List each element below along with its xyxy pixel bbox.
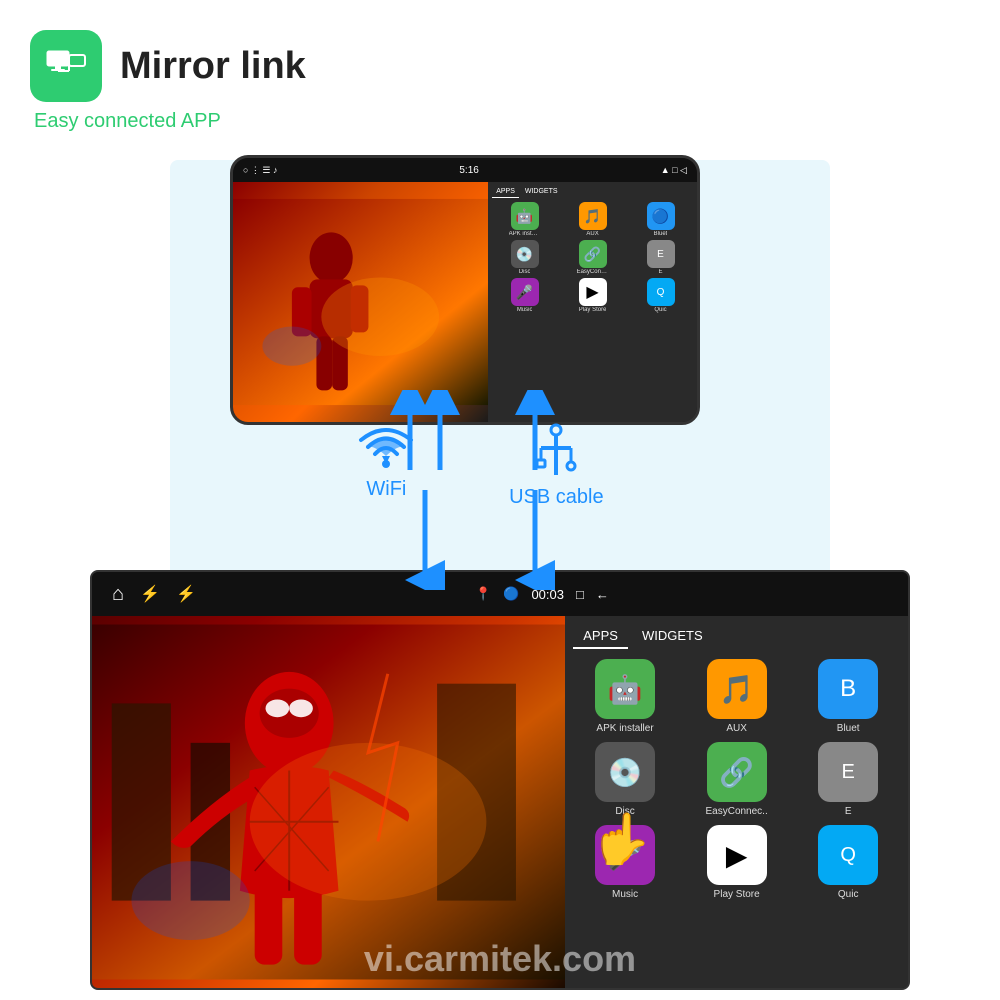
home-icon: ⌂ — [112, 583, 124, 606]
phone-app-bt[interactable]: 🔵 Bluet — [628, 202, 693, 237]
mirror-link-title: Mirror link — [120, 45, 306, 88]
apk-icon: 🤖 — [511, 202, 539, 230]
car-time: 00:03 — [531, 587, 564, 602]
phone-app-aux[interactable]: 🎵 AUX — [560, 202, 625, 237]
car-tab-apps[interactable]: APPS — [573, 624, 628, 649]
phone-tab-apps[interactable]: APPS — [492, 186, 519, 198]
car-apk-label: APK installer — [596, 723, 653, 734]
header-section: Mirror link Easy connected APP — [30, 30, 306, 133]
car-app-bt[interactable]: B Bluet — [796, 659, 900, 734]
phone-app-music[interactable]: 🎤 Music — [492, 278, 557, 313]
car-music-label: Music — [612, 889, 638, 900]
car-e-icon: E — [818, 742, 878, 802]
phone-tabs: APPS WIDGETS — [492, 186, 693, 198]
easy-icon: 🔗 — [579, 240, 607, 268]
phone-app-disc[interactable]: 💿 Disc — [492, 240, 557, 275]
car-easy-icon: 🔗 — [707, 742, 767, 802]
car-content: APPS WIDGETS 🤖 APK installer 🎵 AUX B Blu… — [92, 616, 908, 988]
wifi-label: WiFi — [366, 478, 406, 501]
car-spiderman-art — [92, 616, 565, 988]
car-aux-label: AUX — [726, 723, 747, 734]
aux-icon: 🎵 — [579, 202, 607, 230]
usb-status-icon1: ⚡ — [140, 584, 160, 604]
phone-app-disc-label: Disc — [519, 269, 531, 275]
phone-app-play-label: Play Store — [579, 307, 607, 313]
phone-apps-panel: APPS WIDGETS 🤖 APK installer 🎵 AUX 🔵 Blu… — [488, 182, 697, 422]
phone-app-apk[interactable]: 🤖 APK installer — [492, 202, 557, 237]
car-app-quick[interactable]: Q Quic — [796, 825, 900, 900]
location-icon: 📍 — [475, 586, 491, 602]
mirror-link-icon-bg — [30, 30, 102, 102]
phone-status-bar: ○ ⋮ ☰ ♪ 5:16 ▲ □ ◁ — [233, 158, 697, 182]
bt-icon: 🔵 — [647, 202, 675, 230]
phone-device: ○ ⋮ ☰ ♪ 5:16 ▲ □ ◁ — [230, 155, 700, 425]
e-icon: E — [647, 240, 675, 268]
phone-app-apk-label: APK installer — [509, 231, 541, 237]
car-quick-icon: Q — [818, 825, 878, 885]
phone-app-quick-label: Quic — [654, 307, 666, 313]
phone-tab-widgets[interactable]: WIDGETS — [521, 186, 562, 198]
phone-video-area — [233, 182, 488, 422]
quick-icon: Q — [647, 278, 675, 306]
window-icon: □ — [576, 587, 584, 602]
phone-app-grid: 🤖 APK installer 🎵 AUX 🔵 Bluet 💿 Disc 🔗 — [492, 202, 693, 313]
car-apps-panel: APPS WIDGETS 🤖 APK installer 🎵 AUX B Blu… — [565, 616, 908, 988]
car-e-label: E — [845, 806, 852, 817]
car-quick-label: Quic — [838, 889, 859, 900]
phone-app-easy-label: EasyConnec.. — [577, 269, 609, 275]
usb-icon — [531, 420, 581, 480]
car-status-left: ⌂ ⚡ ⚡ — [112, 583, 196, 606]
car-bt-icon: B — [818, 659, 878, 719]
phone-app-music-label: Music — [517, 307, 533, 313]
finger-cursor: 👆 — [590, 810, 652, 869]
mirror-link-row: Mirror link — [30, 30, 306, 102]
phone-app-bt-label: Bluet — [654, 231, 668, 237]
music-icon: 🎤 — [511, 278, 539, 306]
car-disc-icon: 💿 — [595, 742, 655, 802]
usb-connection: USB cable — [509, 420, 604, 509]
car-app-play[interactable]: ▶ Play Store — [685, 825, 789, 900]
car-app-easy[interactable]: 🔗 EasyConnec.. — [685, 742, 789, 817]
phone-status-left: ○ ⋮ ☰ ♪ — [243, 165, 278, 176]
connection-area: WiFi USB cable — [310, 420, 650, 580]
wifi-connection: WiFi — [356, 420, 416, 501]
usb-label: USB cable — [509, 486, 604, 509]
car-app-e[interactable]: E E — [796, 742, 900, 817]
car-unit: ⌂ ⚡ ⚡ 📍 🔵 00:03 □ ← — [90, 570, 910, 990]
phone-app-e-label: E — [659, 269, 663, 275]
car-app-apk[interactable]: 🤖 APK installer — [573, 659, 677, 734]
easy-connected-label: Easy connected APP — [34, 110, 306, 133]
car-play-label: Play Store — [714, 889, 760, 900]
car-easy-label: EasyConnec.. — [705, 806, 767, 817]
car-app-disc[interactable]: 💿 Disc — [573, 742, 677, 817]
phone-app-quick[interactable]: Q Quic — [628, 278, 693, 313]
car-status-center: 📍 🔵 00:03 □ ← — [475, 586, 609, 602]
phone-app-easy[interactable]: 🔗 EasyConnec.. — [560, 240, 625, 275]
car-tabs: APPS WIDGETS — [573, 624, 900, 649]
car-apk-icon: 🤖 — [595, 659, 655, 719]
bluetooth-icon: 🔵 — [503, 586, 519, 602]
play-store-icon: ▶ — [579, 278, 607, 306]
phone-status-right: ▲ □ ◁ — [661, 165, 687, 176]
phone-time: 5:16 — [459, 165, 478, 176]
phone-app-e[interactable]: E E — [628, 240, 693, 275]
mirror-link-icon — [43, 43, 89, 89]
phone-app-play[interactable]: ▶ Play Store — [560, 278, 625, 313]
car-video-area — [92, 616, 565, 988]
watermark: vi.carmitek.com — [364, 938, 636, 980]
back-icon: ← — [596, 587, 609, 602]
phone-content: APPS WIDGETS 🤖 APK installer 🎵 AUX 🔵 Blu… — [233, 182, 697, 422]
phone-app-aux-label: AUX — [586, 231, 598, 237]
wifi-icon — [356, 420, 416, 472]
car-app-aux[interactable]: 🎵 AUX — [685, 659, 789, 734]
disc-icon: 💿 — [511, 240, 539, 268]
car-play-icon: ▶ — [707, 825, 767, 885]
usb-status-icon2: ⚡ — [176, 584, 196, 604]
car-aux-icon: 🎵 — [707, 659, 767, 719]
phone-spiderman-art — [233, 182, 488, 422]
car-bt-label: Bluet — [837, 723, 860, 734]
car-tab-widgets[interactable]: WIDGETS — [632, 624, 713, 649]
